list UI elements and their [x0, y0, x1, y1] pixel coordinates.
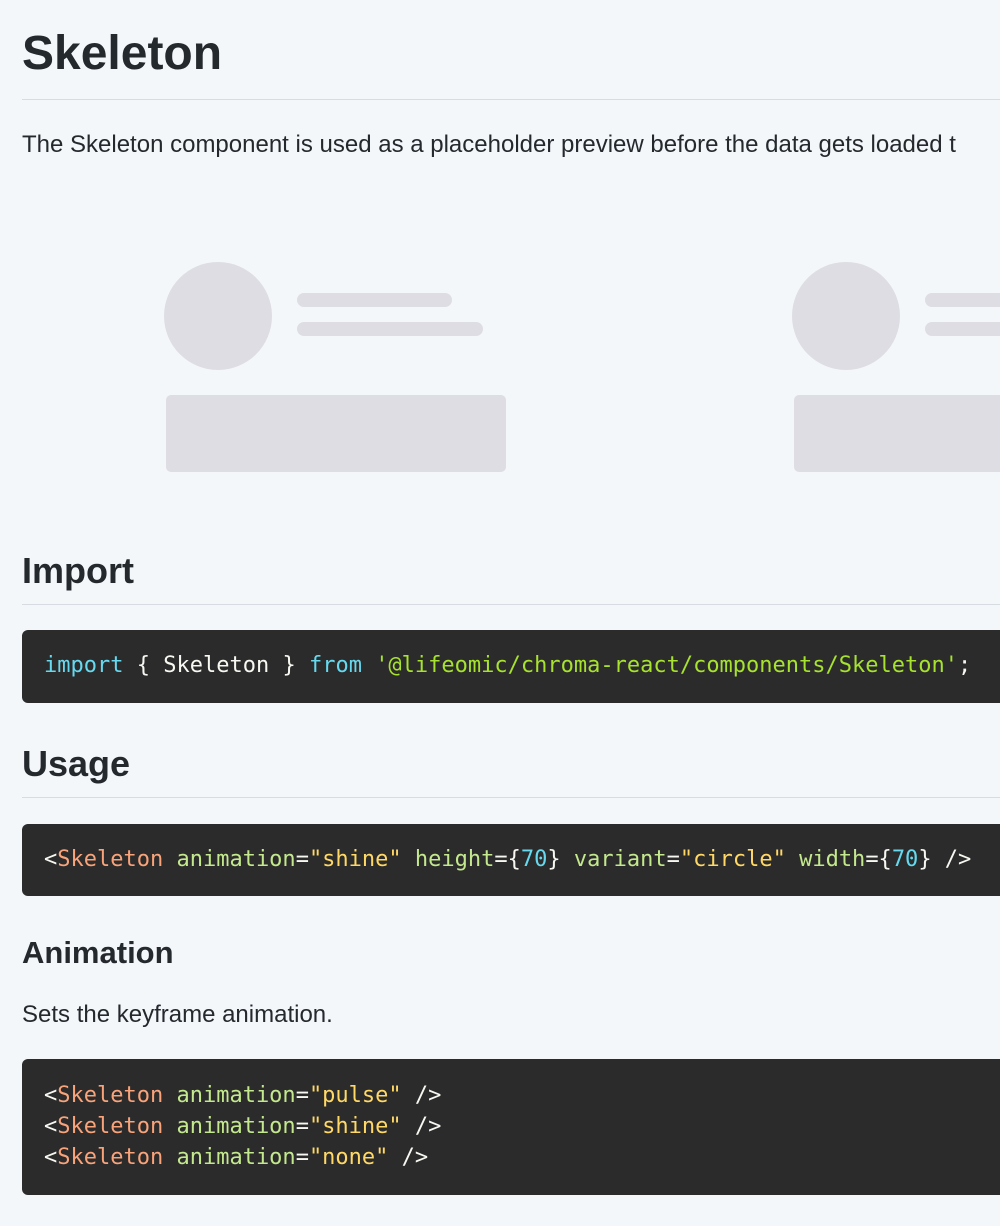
skeleton-circle	[792, 262, 900, 370]
code-punct: =	[295, 1145, 309, 1170]
usage-code-block[interactable]: <Skeleton animation="shine" height={70} …	[22, 824, 1000, 896]
skeleton-line	[925, 293, 1000, 307]
code-attr: animation	[176, 1083, 296, 1108]
animation-code-block[interactable]: <Skeleton animation="pulse" /> <Skeleton…	[22, 1059, 1000, 1195]
code-punct: =	[295, 847, 309, 872]
page-title: Skeleton	[22, 27, 223, 80]
skeleton-demo-card	[792, 262, 1000, 482]
animation-description: Sets the keyframe animation.	[22, 1001, 333, 1028]
code-punct: ;	[957, 653, 972, 678]
code-value: "pulse"	[308, 1083, 402, 1108]
code-value: "none"	[308, 1145, 389, 1170]
code-attr: variant	[573, 847, 667, 872]
import-divider	[22, 604, 1000, 605]
animation-heading: Animation	[22, 935, 174, 970]
code-punct: ={	[494, 847, 521, 872]
code-punct: {	[123, 653, 164, 678]
intro-text: The Skeleton component is used as a plac…	[22, 131, 956, 158]
code-keyword: from	[308, 653, 362, 678]
code-punct: =	[295, 1114, 309, 1139]
code-punct: <	[44, 1083, 58, 1108]
code-punct: =	[295, 1083, 309, 1108]
code-value: "shine"	[308, 1114, 402, 1139]
usage-divider	[22, 797, 1000, 798]
code-tag: Skeleton	[57, 847, 164, 872]
skeleton-demo-card	[164, 262, 524, 482]
code-punct: ={	[865, 847, 892, 872]
code-tag: Skeleton	[57, 1083, 164, 1108]
import-code-block[interactable]: import { Skeleton } from '@lifeomic/chro…	[22, 630, 1000, 703]
code-punct: <	[44, 1145, 58, 1170]
code-value: "circle"	[679, 847, 786, 872]
code-punct: />	[401, 1083, 442, 1108]
code-punct: <	[44, 847, 58, 872]
code-line: import { Skeleton } from '@lifeomic/chro…	[44, 650, 1000, 681]
usage-heading: Usage	[22, 743, 131, 784]
code-attr: animation	[176, 847, 296, 872]
code-keyword: import	[44, 653, 124, 678]
title-divider	[22, 99, 1000, 100]
code-punct: />	[401, 1114, 442, 1139]
code-number: 70	[520, 847, 548, 872]
code-tag: Skeleton	[57, 1145, 164, 1170]
skeleton-line	[297, 322, 483, 336]
code-attr: width	[799, 847, 866, 872]
code-punct: }	[547, 847, 561, 872]
code-punct: />	[931, 847, 972, 872]
code-attr: height	[414, 847, 495, 872]
code-line: <Skeleton animation="shine" height={70} …	[44, 844, 1000, 875]
skeleton-line	[925, 322, 1000, 336]
code-number: 70	[891, 847, 919, 872]
skeleton-circle	[164, 262, 272, 370]
code-punct: }	[269, 653, 309, 678]
code-line: <Skeleton animation="shine" />	[44, 1111, 1000, 1142]
code-line: <Skeleton animation="none" />	[44, 1142, 1000, 1173]
import-heading: Import	[22, 550, 134, 591]
code-punct: =	[666, 847, 680, 872]
code-punct: <	[44, 1114, 58, 1139]
skeleton-rect	[166, 395, 506, 472]
code-value: "shine"	[308, 847, 402, 872]
code-punct: }	[918, 847, 932, 872]
code-punct: />	[388, 1145, 429, 1170]
skeleton-rect	[794, 395, 1000, 472]
skeleton-line	[297, 293, 452, 307]
code-attr: animation	[176, 1145, 296, 1170]
code-line: <Skeleton animation="pulse" />	[44, 1080, 1000, 1111]
code-tag: Skeleton	[57, 1114, 164, 1139]
code-attr: animation	[176, 1114, 296, 1139]
docs-page: Skeleton The Skeleton component is used …	[0, 0, 1000, 1226]
code-identifier: Skeleton	[163, 653, 270, 678]
code-string: '@lifeomic/chroma-react/components/Skele…	[375, 653, 958, 678]
